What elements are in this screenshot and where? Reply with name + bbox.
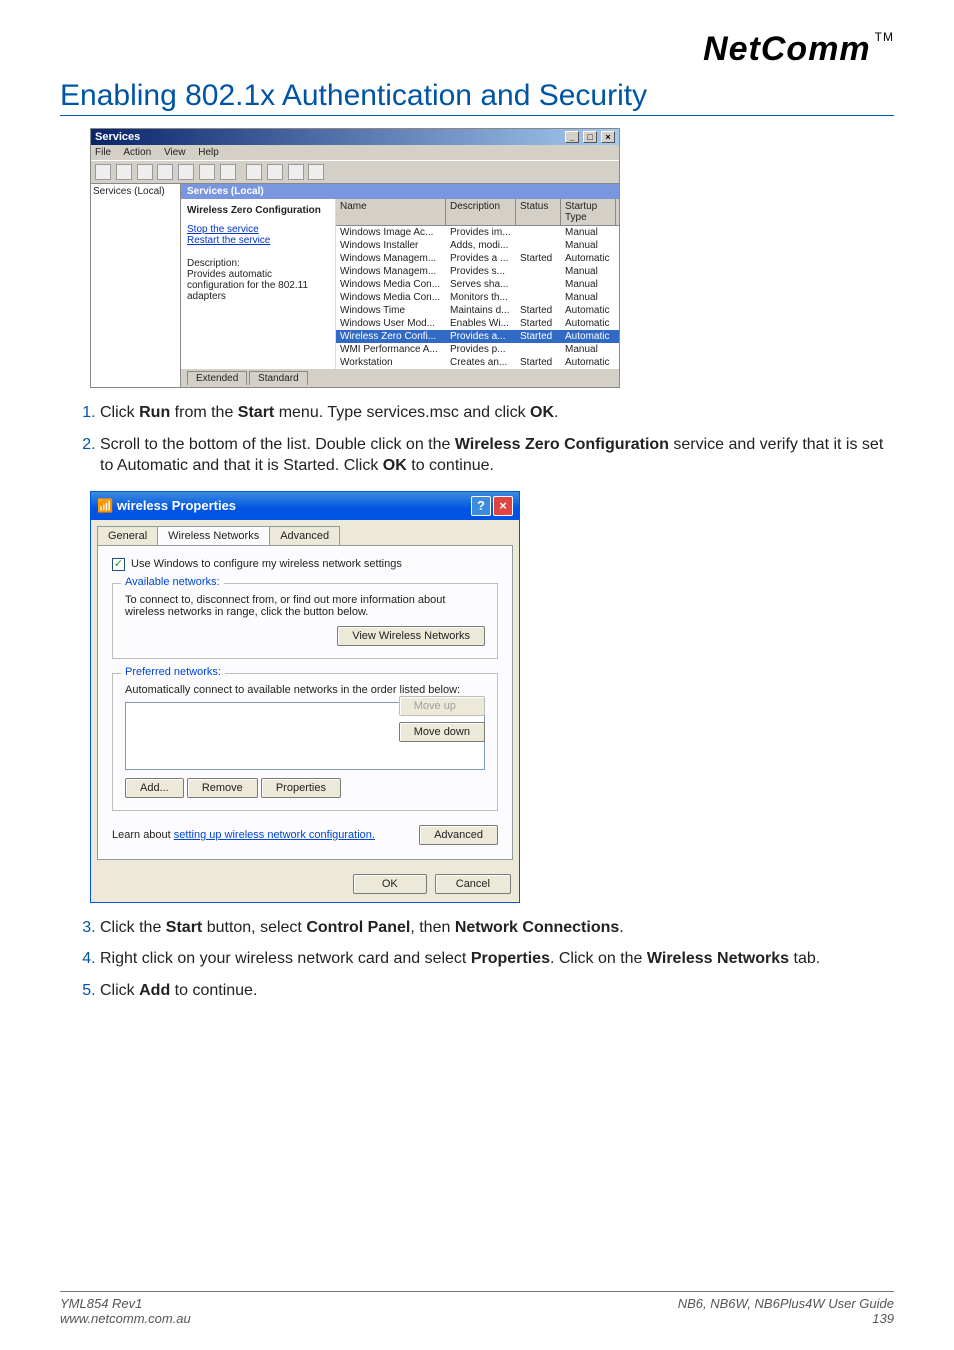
move-up-button[interactable]: Move up <box>399 696 485 716</box>
service-row[interactable]: WorkstationCreates an...StartedAutomatic <box>336 356 619 369</box>
service-row[interactable]: Windows Managem...Provides a ...StartedA… <box>336 252 619 265</box>
menu-action[interactable]: Action <box>123 147 151 158</box>
services-window: Services _ □ × File Action View Help Ser… <box>90 128 620 388</box>
service-row[interactable]: Windows Image Ac...Provides im...Manual <box>336 226 619 239</box>
ok-button[interactable]: OK <box>353 874 427 894</box>
services-title: Services <box>95 131 140 143</box>
setting-up-wireless-link[interactable]: setting up wireless network configuratio… <box>174 829 375 841</box>
tab-standard[interactable]: Standard <box>249 371 308 385</box>
menu-file[interactable]: File <box>95 147 111 158</box>
service-row[interactable]: Windows TimeMaintains d...StartedAutomat… <box>336 304 619 317</box>
page-footer: YML854 Rev1 www.netcomm.com.au NB6, NB6W… <box>60 1291 894 1326</box>
available-networks-text: To connect to, disconnect from, or find … <box>125 594 485 618</box>
props-tabs: General Wireless Networks Advanced <box>97 526 513 545</box>
pane-header: Services (Local) <box>181 184 619 199</box>
service-row[interactable]: Windows User Mod...Enables Wi...StartedA… <box>336 317 619 330</box>
advanced-button[interactable]: Advanced <box>419 825 498 845</box>
instruction-step: Right click on your wireless network car… <box>100 948 894 970</box>
use-windows-label: Use Windows to configure my wireless net… <box>131 558 402 570</box>
tab-wireless-networks[interactable]: Wireless Networks <box>157 526 270 545</box>
instruction-step: Click Add to continue. <box>100 980 894 1002</box>
col-description[interactable]: Description <box>446 199 516 225</box>
col-status[interactable]: Status <box>516 199 561 225</box>
instruction-list-b: Click the Start button, select Control P… <box>100 917 894 1002</box>
tab-advanced[interactable]: Advanced <box>269 526 340 545</box>
service-row[interactable]: WMI Performance A...Provides p...Manual <box>336 343 619 356</box>
col-startup-type[interactable]: Startup Type <box>561 199 616 225</box>
stop-service-link[interactable]: Stop the service <box>187 224 329 235</box>
services-titlebar: Services _ □ × <box>91 129 619 145</box>
toolbar-refresh-icon[interactable] <box>178 164 194 180</box>
page-title: Enabling 802.1x Authentication and Secur… <box>60 79 894 116</box>
available-networks-title: Available networks: <box>121 576 224 588</box>
toolbar-help-icon[interactable] <box>220 164 236 180</box>
service-row[interactable]: Windows InstallerAdds, modi...Manual <box>336 239 619 252</box>
minimize-icon[interactable]: _ <box>565 131 579 143</box>
wifi-icon: 📶 <box>97 498 113 513</box>
toolbar-pause-icon[interactable] <box>288 164 304 180</box>
brand-logo: NetComm TM <box>60 30 894 69</box>
remove-button[interactable]: Remove <box>187 778 258 798</box>
service-row[interactable]: Windows Media Con...Monitors th...Manual <box>336 291 619 304</box>
menu-help[interactable]: Help <box>198 147 219 158</box>
footer-rev: YML854 Rev1 <box>60 1296 191 1311</box>
footer-product: NB6, NB6W, NB6Plus4W User Guide <box>678 1296 894 1311</box>
use-windows-checkbox-row: ✓ Use Windows to configure my wireless n… <box>112 558 498 571</box>
toolbar-restart-icon[interactable] <box>308 164 324 180</box>
wireless-properties-window: 📶 wireless Properties ? × General Wirele… <box>90 491 520 903</box>
tab-general[interactable]: General <box>97 526 158 545</box>
window-controls: _ □ × <box>564 131 615 143</box>
add-button[interactable]: Add... <box>125 778 184 798</box>
toolbar-back-icon[interactable] <box>95 164 111 180</box>
list-header[interactable]: Name Description Status Startup Type <box>336 199 619 226</box>
move-down-button[interactable]: Move down <box>399 722 485 742</box>
use-windows-checkbox[interactable]: ✓ <box>112 558 125 571</box>
menu-view[interactable]: View <box>164 147 186 158</box>
instruction-list-a: Click Run from the Start menu. Type serv… <box>100 402 894 477</box>
props-title: wireless Properties <box>117 498 236 513</box>
learn-about-text: Learn about setting up wireless network … <box>112 829 375 841</box>
service-row[interactable]: Windows Media Con...Serves sha...Manual <box>336 278 619 291</box>
service-description-panel: Wireless Zero Configuration Stop the ser… <box>181 199 336 369</box>
brand-tm: TM <box>875 30 894 44</box>
description-label: Description: <box>187 258 329 269</box>
properties-button[interactable]: Properties <box>261 778 341 798</box>
preferred-networks-title: Preferred networks: <box>121 666 225 678</box>
instruction-step: Scroll to the bottom of the list. Double… <box>100 434 894 477</box>
instruction-step: Click the Start button, select Control P… <box>100 917 894 939</box>
props-titlebar: 📶 wireless Properties ? × <box>91 492 519 520</box>
preferred-networks-group: Preferred networks: Automatically connec… <box>112 673 498 811</box>
view-wireless-networks-button[interactable]: View Wireless Networks <box>337 626 485 646</box>
services-list[interactable]: Name Description Status Startup Type Win… <box>336 199 619 369</box>
col-name[interactable]: Name <box>336 199 446 225</box>
tree-root: Services (Local) <box>93 186 165 197</box>
toolbar-props-icon[interactable] <box>157 164 173 180</box>
service-row[interactable]: Windows Managem...Provides s...Manual <box>336 265 619 278</box>
maximize-icon[interactable]: □ <box>583 131 597 143</box>
help-icon[interactable]: ? <box>471 496 491 516</box>
close-icon[interactable]: × <box>493 496 513 516</box>
available-networks-group: Available networks: To connect to, disco… <box>112 583 498 659</box>
instruction-step: Click Run from the Start menu. Type serv… <box>100 402 894 424</box>
toolbar-forward-icon[interactable] <box>116 164 132 180</box>
footer-page-number: 139 <box>678 1311 894 1326</box>
brand-name: NetComm <box>703 30 871 68</box>
toolbar-stop-icon[interactable] <box>267 164 283 180</box>
services-toolbar <box>91 160 619 184</box>
services-tabs: Extended Standard <box>181 369 619 387</box>
tab-extended[interactable]: Extended <box>187 371 247 385</box>
services-menu-bar: File Action View Help <box>91 145 619 160</box>
toolbar-up-icon[interactable] <box>137 164 153 180</box>
toolbar-export-icon[interactable] <box>199 164 215 180</box>
selected-service-name: Wireless Zero Configuration <box>187 205 329 216</box>
toolbar-play-icon[interactable] <box>246 164 262 180</box>
preferred-networks-text: Automatically connect to available netwo… <box>125 684 485 696</box>
cancel-button[interactable]: Cancel <box>435 874 511 894</box>
restart-service-link[interactable]: Restart the service <box>187 235 329 246</box>
services-tree[interactable]: Services (Local) <box>91 184 181 387</box>
close-icon[interactable]: × <box>601 131 615 143</box>
footer-url: www.netcomm.com.au <box>60 1311 191 1326</box>
service-row[interactable]: Wireless Zero Confi...Provides a...Start… <box>336 330 619 343</box>
description-text: Provides automatic configuration for the… <box>187 269 329 302</box>
